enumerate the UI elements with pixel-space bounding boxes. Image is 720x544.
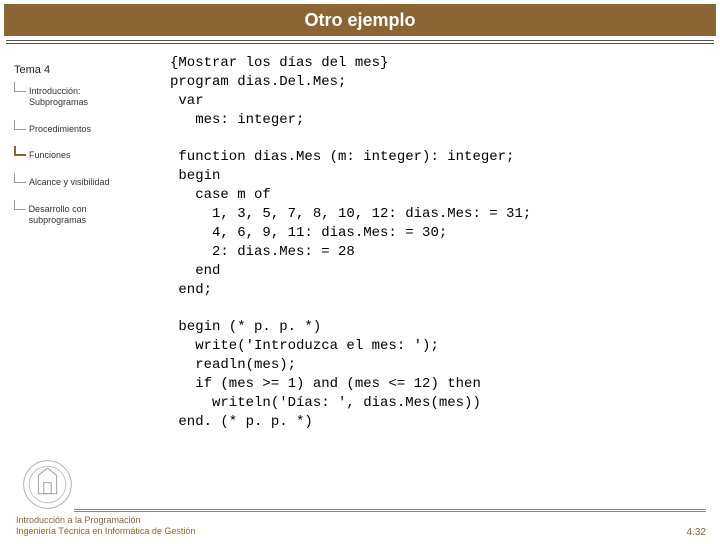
sidebar-item-introduccion[interactable]: Introducción: Subprogramas — [14, 86, 142, 108]
sidebar-item-procedimientos[interactable]: Procedimientos — [14, 124, 142, 135]
sidebar-item-label: Funciones — [29, 150, 71, 161]
sidebar-item-label: Introducción: Subprogramas — [29, 86, 142, 108]
tree-connector-icon — [14, 146, 26, 156]
footer-text: Introducción a la Programación Ingenierí… — [16, 515, 195, 538]
sidebar-item-label: Desarrollo con subprogramas — [29, 204, 142, 226]
sidebar-item-desarrollo[interactable]: Desarrollo con subprogramas — [14, 204, 142, 226]
sidebar-heading: Tema 4 — [14, 64, 142, 76]
tree-connector-icon — [14, 200, 26, 210]
code-block: {Mostrar los días del mes} program dias.… — [150, 54, 720, 474]
university-crest-icon — [20, 457, 75, 512]
sidebar: Tema 4 Introducción: Subprogramas Proced… — [0, 54, 150, 474]
footer-line-2: Ingeniería Técnica en Informática de Ges… — [16, 526, 195, 538]
footer: Introducción a la Programación Ingenierí… — [0, 509, 720, 538]
title-bar: Otro ejemplo — [4, 4, 716, 36]
tree-connector-icon — [14, 173, 26, 183]
sidebar-item-label: Procedimientos — [29, 124, 91, 135]
tree-connector-icon — [14, 120, 26, 130]
footer-line-1: Introducción a la Programación — [16, 515, 195, 527]
divider-bottom — [74, 509, 706, 512]
sidebar-item-funciones[interactable]: Funciones — [14, 150, 142, 161]
page-number: 4.32 — [687, 527, 706, 538]
slide-title: Otro ejemplo — [304, 10, 415, 31]
sidebar-item-alcance[interactable]: Alcance y visibilidad — [14, 177, 142, 188]
content-area: Tema 4 Introducción: Subprogramas Proced… — [0, 44, 720, 474]
tree-connector-icon — [14, 82, 26, 92]
sidebar-item-label: Alcance y visibilidad — [29, 177, 110, 188]
